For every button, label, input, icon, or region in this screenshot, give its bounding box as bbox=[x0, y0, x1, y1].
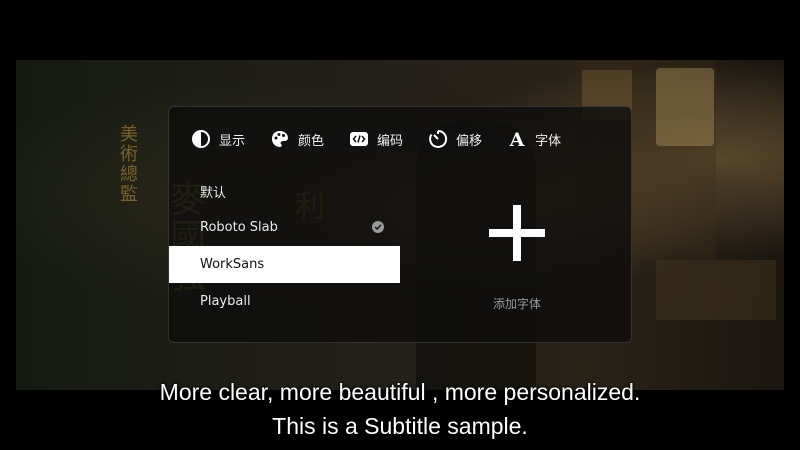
font-option-playball[interactable]: Playball bbox=[169, 283, 400, 320]
add-font-label: 添加字体 bbox=[492, 297, 541, 311]
font-list: 默认 Roboto Slab WorkSans Playball bbox=[169, 179, 400, 320]
font-option-label: Roboto Slab bbox=[200, 220, 278, 235]
font-option-label: 默认 bbox=[200, 186, 227, 201]
tab-offset[interactable]: 偏移 bbox=[428, 125, 482, 153]
subtitle-settings-panel: 显示 颜色 编码 偏移 A 字体 默认 Roboto Slab WorkSans… bbox=[168, 106, 632, 343]
calligraphy-1: 美術總監 bbox=[117, 124, 138, 204]
font-option-default[interactable]: 默认 bbox=[169, 179, 400, 209]
timer-icon bbox=[428, 129, 448, 149]
tab-font[interactable]: A 字体 bbox=[507, 125, 561, 153]
font-option-label: Playball bbox=[200, 294, 251, 309]
tab-encoding-label: 编码 bbox=[377, 133, 404, 149]
scene-table bbox=[656, 260, 776, 320]
svg-text:A: A bbox=[509, 129, 525, 149]
scene-lantern bbox=[656, 68, 714, 146]
plus-icon bbox=[489, 205, 545, 261]
tab-display[interactable]: 显示 bbox=[191, 125, 245, 153]
font-option-worksans[interactable]: WorkSans bbox=[169, 246, 400, 283]
font-option-label: WorkSans bbox=[200, 257, 265, 272]
tab-encoding[interactable]: 编码 bbox=[349, 125, 403, 153]
tab-font-label: 字体 bbox=[535, 133, 562, 149]
tab-offset-label: 偏移 bbox=[456, 133, 483, 149]
font-option-roboto-slab[interactable]: Roboto Slab bbox=[169, 209, 400, 246]
font-a-icon: A bbox=[507, 129, 527, 149]
subtitle-line-1: More clear, more beautiful , more person… bbox=[159, 379, 641, 405]
tab-color[interactable]: 颜色 bbox=[270, 125, 324, 153]
code-icon bbox=[349, 129, 369, 149]
palette-icon bbox=[270, 129, 290, 149]
tab-bar: 显示 颜色 编码 偏移 A 字体 bbox=[191, 125, 586, 153]
add-font-button[interactable]: 添加字体 bbox=[459, 205, 575, 325]
subtitle-line-2: This is a Subtitle sample. bbox=[272, 413, 528, 439]
tab-color-label: 颜色 bbox=[298, 133, 325, 149]
tab-display-label: 显示 bbox=[219, 133, 246, 149]
checkmark-icon bbox=[372, 221, 384, 233]
contrast-icon bbox=[191, 129, 211, 149]
